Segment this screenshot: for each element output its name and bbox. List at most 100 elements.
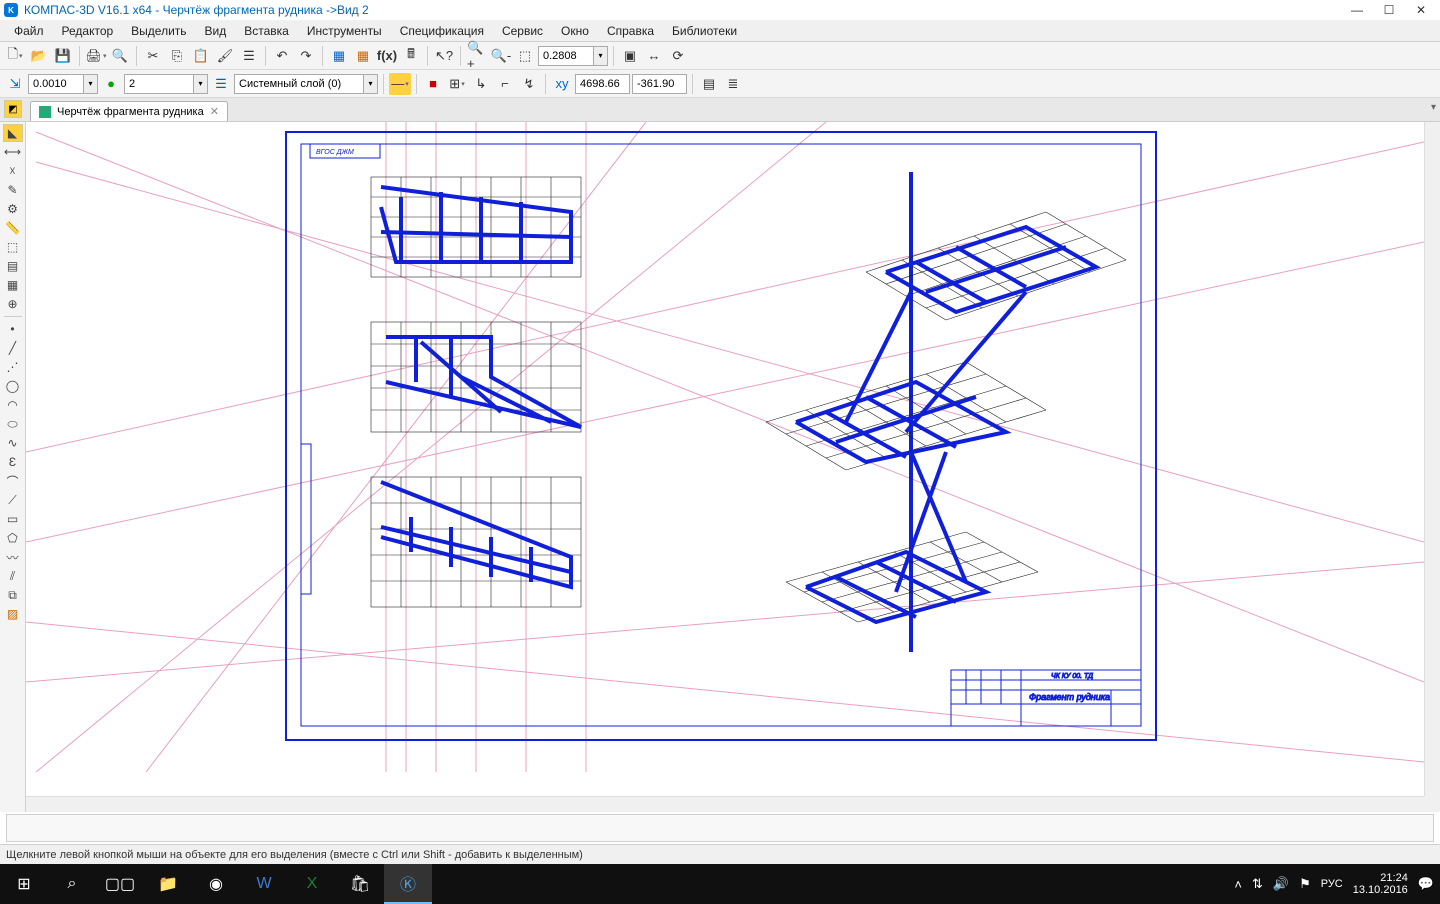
compact-panel-button[interactable]: ◩ bbox=[4, 100, 22, 118]
maximize-button[interactable]: ☐ bbox=[1382, 3, 1396, 17]
fit-button[interactable]: ▣ bbox=[619, 45, 641, 67]
point-tool[interactable]: • bbox=[3, 320, 23, 338]
redo-button[interactable]: ↷ bbox=[295, 45, 317, 67]
select-panel-button[interactable]: ⬚ bbox=[3, 238, 23, 256]
copy-button[interactable]: ⎘ bbox=[166, 45, 188, 67]
menu-select[interactable]: Выделить bbox=[123, 22, 194, 40]
hatch-tool[interactable]: ▨ bbox=[3, 605, 23, 623]
notifications-icon[interactable]: 💬 bbox=[1418, 876, 1434, 892]
vertical-scrollbar[interactable] bbox=[1424, 122, 1440, 796]
calc-button[interactable]: 🖩 bbox=[400, 45, 422, 67]
circle-tool[interactable]: ◯ bbox=[3, 377, 23, 395]
ellipse-tool[interactable]: ⬭ bbox=[3, 415, 23, 433]
coord-y-field[interactable] bbox=[632, 74, 687, 94]
open-button[interactable]: 📂 bbox=[28, 45, 50, 67]
step-input[interactable] bbox=[28, 74, 84, 94]
step-dropdown-icon[interactable]: ▾ bbox=[84, 74, 98, 94]
layer-dropdown-icon[interactable]: ▾ bbox=[364, 74, 378, 94]
params-panel-button[interactable]: ⚙ bbox=[3, 200, 23, 218]
word-button[interactable]: W bbox=[240, 864, 288, 904]
fillet-tool[interactable]: ⌒ bbox=[3, 472, 23, 490]
volume-icon[interactable]: 🔊 bbox=[1273, 876, 1289, 892]
tab-close-icon[interactable]: ✕ bbox=[210, 105, 219, 118]
clock[interactable]: 21:24 13.10.2016 bbox=[1353, 872, 1408, 896]
rect-tool[interactable]: ▭ bbox=[3, 510, 23, 528]
flag-icon[interactable]: ⚑ bbox=[1299, 876, 1311, 892]
line-tool[interactable]: ╱ bbox=[3, 339, 23, 357]
menu-help[interactable]: Справка bbox=[599, 22, 662, 40]
menu-editor[interactable]: Редактор bbox=[54, 22, 122, 40]
reports-panel-button[interactable]: ▦ bbox=[3, 276, 23, 294]
network-icon[interactable]: ⇅ bbox=[1252, 876, 1263, 892]
edit-panel-button[interactable]: ✎ bbox=[3, 181, 23, 199]
explorer-button[interactable]: 📁 bbox=[144, 864, 192, 904]
menu-window[interactable]: Окно bbox=[553, 22, 597, 40]
layer-input[interactable] bbox=[234, 74, 364, 94]
chamfer-tool[interactable]: ⟋ bbox=[3, 491, 23, 509]
toggle-tree-button[interactable]: ≣ bbox=[722, 73, 744, 95]
grid-button[interactable]: ⊞ bbox=[446, 73, 468, 95]
step-button[interactable]: ⇲ bbox=[4, 73, 26, 95]
arc-tool[interactable]: ◠ bbox=[3, 396, 23, 414]
menu-libraries[interactable]: Библиотеки bbox=[664, 22, 745, 40]
contour-tool[interactable]: 〰 bbox=[3, 548, 23, 566]
menu-service[interactable]: Сервис bbox=[494, 22, 551, 40]
start-button[interactable]: ⊞ bbox=[0, 864, 48, 904]
round-button[interactable]: ⌐ bbox=[494, 73, 516, 95]
kompas-button[interactable]: Ⓚ bbox=[384, 864, 432, 904]
stop-button[interactable]: ■ bbox=[422, 73, 444, 95]
language-indicator[interactable]: РУС bbox=[1321, 878, 1343, 890]
bezier-tool[interactable]: Ɛ bbox=[3, 453, 23, 471]
undo-button[interactable]: ↶ bbox=[271, 45, 293, 67]
property-panel[interactable] bbox=[6, 814, 1434, 842]
menu-tools[interactable]: Инструменты bbox=[299, 22, 390, 40]
format-painter-button[interactable]: 🖌 bbox=[214, 45, 236, 67]
horizontal-scrollbar[interactable] bbox=[26, 796, 1424, 812]
menu-spec[interactable]: Спецификация bbox=[392, 22, 492, 40]
menu-file[interactable]: Файл bbox=[6, 22, 52, 40]
excel-button[interactable]: X bbox=[288, 864, 336, 904]
print-button[interactable]: 🖨 bbox=[85, 45, 107, 67]
layer-combo[interactable]: ▾ bbox=[234, 74, 378, 94]
new-button[interactable]: 🗋 bbox=[4, 45, 26, 67]
view-combo[interactable]: ▾ bbox=[124, 74, 208, 94]
view-state-button[interactable]: ● bbox=[100, 73, 122, 95]
tabs-overflow-icon[interactable]: ▾ bbox=[1431, 102, 1436, 113]
manager-button[interactable]: ▦ bbox=[328, 45, 350, 67]
ortho-button[interactable]: ↳ bbox=[470, 73, 492, 95]
geometry-panel-button[interactable]: ◣ bbox=[3, 124, 23, 142]
refresh-button[interactable]: ⟳ bbox=[667, 45, 689, 67]
zoom-dropdown-icon[interactable]: ▾ bbox=[594, 46, 608, 66]
zoom-window-button[interactable]: ⬚ bbox=[514, 45, 536, 67]
symbols-panel-button[interactable]: ☓ bbox=[3, 162, 23, 180]
fx-button[interactable]: f(x) bbox=[376, 45, 398, 67]
drawing-canvas[interactable]: ВГОС ДЖМ bbox=[26, 122, 1440, 812]
aux-line-tool[interactable]: ⋰ bbox=[3, 358, 23, 376]
paste-button[interactable]: 📋 bbox=[190, 45, 212, 67]
view-dropdown-icon[interactable]: ▾ bbox=[194, 74, 208, 94]
minimize-button[interactable]: ― bbox=[1350, 3, 1364, 17]
view-input[interactable] bbox=[124, 74, 194, 94]
spline-tool[interactable]: ∿ bbox=[3, 434, 23, 452]
insert-panel-button[interactable]: ⊕ bbox=[3, 295, 23, 313]
document-tab[interactable]: Черчтёж фрагмента рудника ✕ bbox=[30, 101, 228, 121]
store-button[interactable]: 🛍 bbox=[336, 864, 384, 904]
zoom-combo[interactable]: ▾ bbox=[538, 46, 608, 66]
chrome-button[interactable]: ◉ bbox=[192, 864, 240, 904]
variables-button[interactable]: ▦ bbox=[352, 45, 374, 67]
zoom-input[interactable] bbox=[538, 46, 594, 66]
coord-x-field[interactable] bbox=[575, 74, 630, 94]
step-combo[interactable]: ▾ bbox=[28, 74, 98, 94]
measure-panel-button[interactable]: 📏 bbox=[3, 219, 23, 237]
properties-button[interactable]: ☰ bbox=[238, 45, 260, 67]
layer-mgr-button[interactable]: ☰ bbox=[210, 73, 232, 95]
toggle-panel-button[interactable]: ▤ bbox=[698, 73, 720, 95]
menu-insert[interactable]: Вставка bbox=[236, 22, 297, 40]
search-button[interactable]: ⌕ bbox=[48, 864, 96, 904]
close-button[interactable]: ✕ bbox=[1414, 3, 1428, 17]
pan-button[interactable]: ↔ bbox=[643, 45, 665, 67]
local-cs-button[interactable]: ↯ bbox=[518, 73, 540, 95]
collect-tool[interactable]: ⧉ bbox=[3, 586, 23, 604]
task-view-button[interactable]: ▢▢ bbox=[96, 864, 144, 904]
spec-panel-button[interactable]: ▤ bbox=[3, 257, 23, 275]
